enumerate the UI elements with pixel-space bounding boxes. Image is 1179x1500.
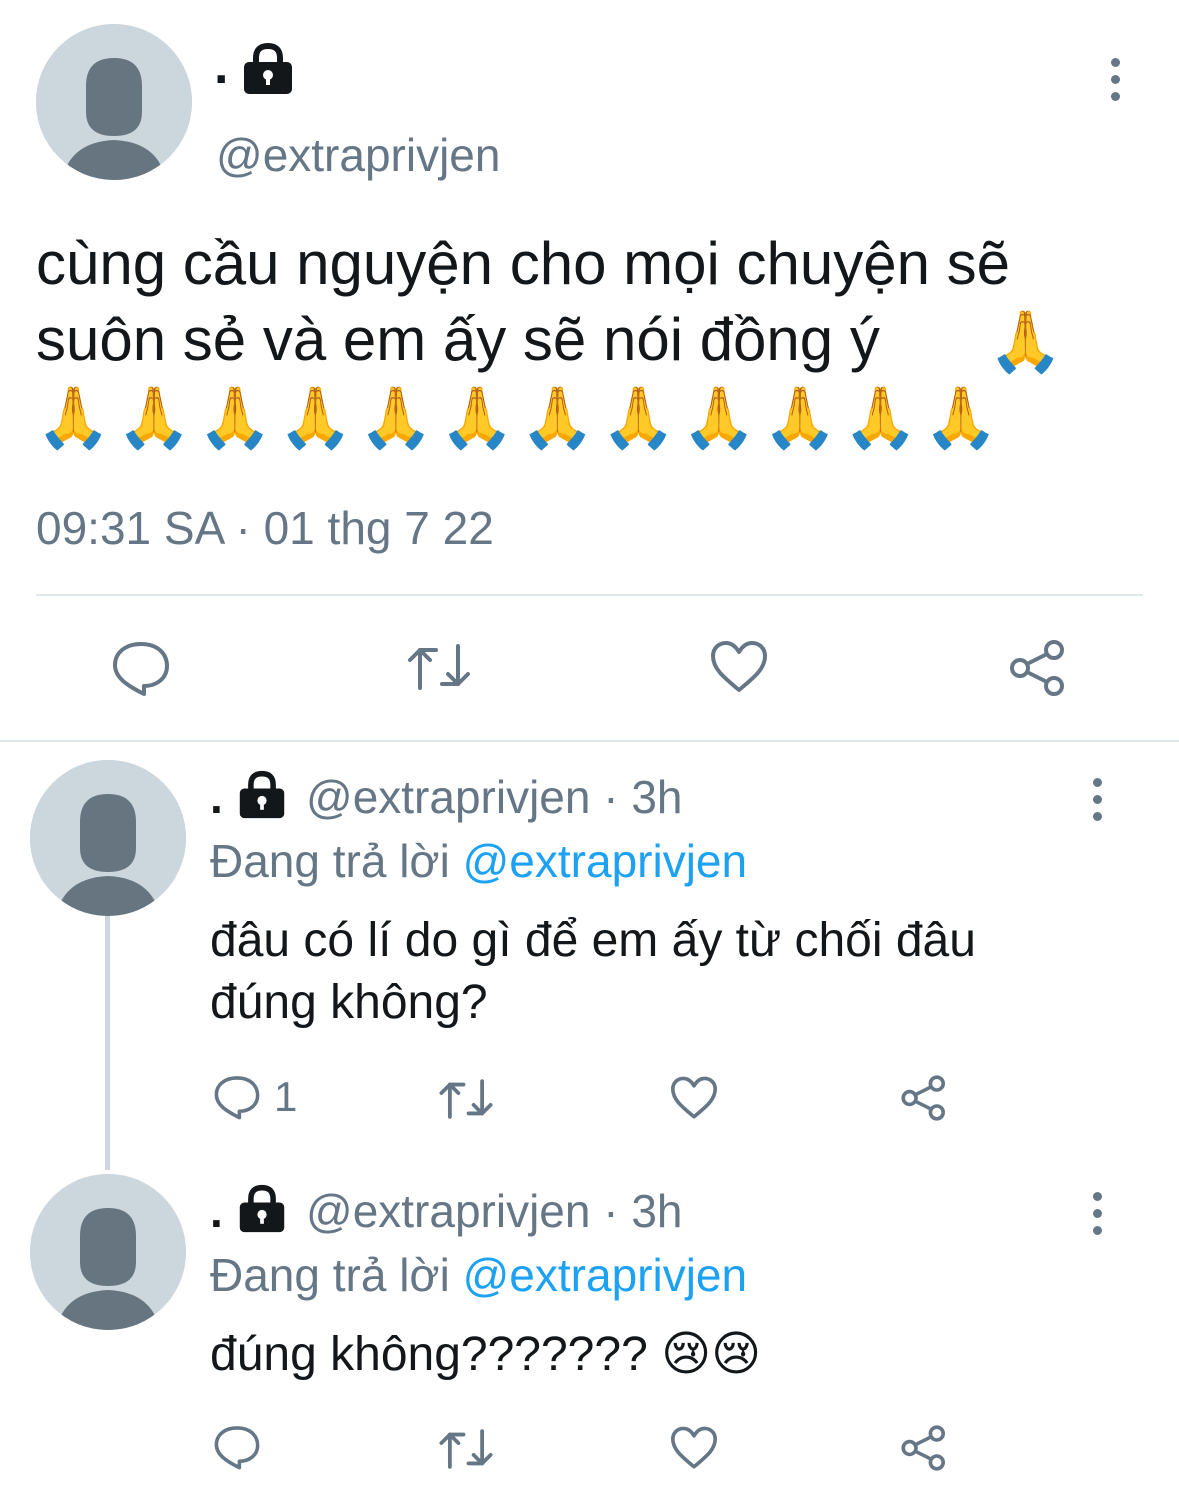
more-vertical-icon bbox=[1092, 778, 1102, 787]
retweet-button[interactable] bbox=[438, 1426, 494, 1472]
more-options-button[interactable] bbox=[1103, 58, 1127, 109]
crying-emoji: 😢 bbox=[661, 1328, 712, 1381]
author-avatar[interactable] bbox=[36, 24, 192, 180]
section-divider bbox=[0, 740, 1179, 742]
retweet-icon bbox=[439, 1079, 493, 1119]
reply-meta: @extraprivjen · 3h bbox=[306, 770, 683, 824]
retweet-button[interactable] bbox=[406, 640, 472, 694]
like-button[interactable] bbox=[670, 1076, 718, 1120]
reply-icon bbox=[214, 1076, 260, 1120]
default-avatar-icon bbox=[30, 1174, 186, 1330]
like-button[interactable] bbox=[670, 1426, 718, 1470]
default-avatar-icon bbox=[36, 24, 192, 180]
more-options-button[interactable] bbox=[1085, 1192, 1109, 1243]
pray-emoji: 🙏 bbox=[278, 384, 353, 451]
tweet-timestamp[interactable]: 09:31 SA · 01 thg 7 22 bbox=[36, 500, 494, 556]
reply-icon bbox=[214, 1426, 260, 1470]
reply-avatar[interactable] bbox=[30, 760, 186, 916]
pray-emoji: 🙏 bbox=[197, 384, 273, 451]
reply-button[interactable] bbox=[112, 640, 170, 696]
reply-icon bbox=[113, 642, 169, 696]
pray-emoji: 🙏 bbox=[923, 384, 999, 451]
reply-button[interactable] bbox=[214, 1424, 260, 1470]
more-options-button[interactable] bbox=[1085, 778, 1109, 829]
share-icon bbox=[1010, 640, 1064, 696]
thread-line bbox=[105, 916, 110, 1170]
replying-to-link[interactable]: @extraprivjen bbox=[463, 835, 747, 887]
author-display-name[interactable]: . bbox=[214, 36, 228, 96]
pray-emoji: 🙏 bbox=[762, 384, 838, 451]
replying-label: Đang trả lời bbox=[210, 1249, 450, 1301]
reply-avatar[interactable] bbox=[30, 1174, 186, 1330]
reply-text-line-1: đâu có lí do gì để em ấy từ chối đâu bbox=[210, 914, 976, 967]
reply-header: . bbox=[210, 1184, 223, 1238]
pray-emoji: 🙏 bbox=[116, 384, 192, 451]
pray-emoji: 🙏 bbox=[358, 384, 434, 451]
reply-time: · 3h bbox=[603, 1185, 683, 1237]
more-vertical-icon bbox=[1110, 58, 1120, 67]
heart-icon bbox=[670, 1076, 718, 1119]
reply-text: đúng không??????? 😢😢 bbox=[210, 1324, 761, 1386]
replying-label: Đang trả lời bbox=[210, 835, 450, 887]
lock-icon bbox=[236, 770, 288, 825]
display-name-text[interactable]: . bbox=[210, 771, 223, 823]
reply-meta: @extraprivjen · 3h bbox=[306, 1184, 683, 1238]
display-name-text[interactable]: . bbox=[210, 1185, 223, 1237]
lock-icon bbox=[242, 42, 294, 101]
reply-time: · 3h bbox=[603, 771, 683, 823]
reply-header: . bbox=[210, 770, 223, 824]
reply-button[interactable]: 1 bbox=[214, 1074, 297, 1120]
tweet-text-line-1: cùng cầu nguyện cho mọi chuyện sẽ bbox=[36, 230, 1010, 297]
retweet-button[interactable] bbox=[438, 1076, 494, 1122]
lock-icon bbox=[236, 1184, 288, 1239]
reply-handle[interactable]: @extraprivjen bbox=[306, 771, 590, 823]
divider bbox=[36, 594, 1143, 596]
default-avatar-icon bbox=[30, 760, 186, 916]
pray-emoji: 🙏 bbox=[520, 384, 596, 451]
heart-icon bbox=[670, 1426, 718, 1469]
replying-to: Đang trả lời @extraprivjen bbox=[210, 834, 747, 888]
share-button[interactable] bbox=[1008, 638, 1068, 698]
share-button[interactable] bbox=[900, 1074, 948, 1122]
reply-text-line-2: đúng không? bbox=[210, 976, 488, 1029]
replying-to-link[interactable]: @extraprivjen bbox=[463, 1249, 747, 1301]
pray-emoji: 🙏 bbox=[36, 384, 111, 451]
pray-emoji: 🙏 bbox=[601, 384, 676, 451]
pray-emoji: 🙏 bbox=[988, 308, 1063, 375]
share-icon bbox=[901, 1425, 945, 1471]
share-icon bbox=[901, 1075, 945, 1121]
pray-emoji: 🙏 bbox=[843, 384, 918, 451]
like-button[interactable] bbox=[710, 640, 768, 694]
share-button[interactable] bbox=[900, 1424, 948, 1472]
author-handle[interactable]: @extraprivjen bbox=[216, 128, 500, 182]
reply-text-content: đúng không??????? bbox=[210, 1328, 648, 1381]
replying-to: Đang trả lời @extraprivjen bbox=[210, 1248, 747, 1302]
retweet-icon bbox=[408, 644, 470, 690]
more-vertical-icon bbox=[1092, 1192, 1102, 1201]
retweet-icon bbox=[439, 1429, 493, 1469]
display-name-text: . bbox=[214, 37, 229, 95]
tweet-text-line-2: suôn sẻ và em ấy sẽ nói đồng ý bbox=[36, 306, 880, 373]
heart-icon bbox=[711, 641, 767, 692]
pray-emoji-row: 🙏 🙏 🙏 🙏 🙏 🙏 🙏 🙏 🙏 🙏 🙏 🙏 bbox=[36, 378, 999, 458]
reply-count: 1 bbox=[274, 1073, 298, 1120]
reply-handle[interactable]: @extraprivjen bbox=[306, 1185, 590, 1237]
pray-emoji: 🙏 bbox=[681, 384, 757, 451]
pray-emoji: 🙏 bbox=[439, 384, 515, 451]
crying-emoji: 😢 bbox=[711, 1328, 762, 1381]
